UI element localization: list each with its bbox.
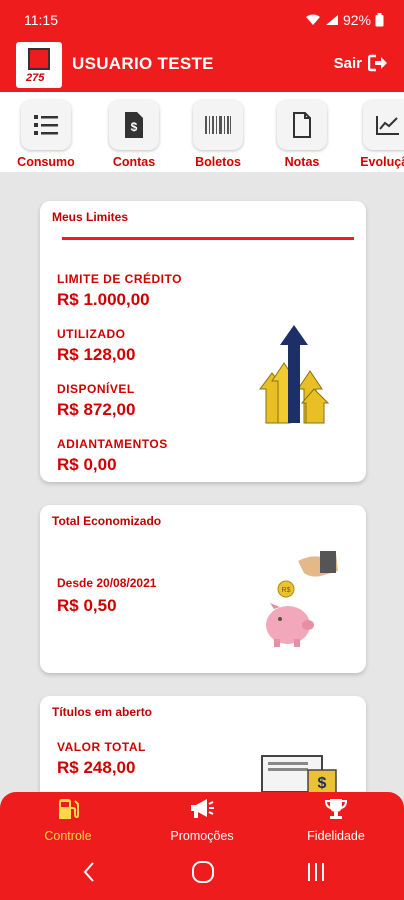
limits-card-divider [62,237,354,240]
battery-icon [375,13,384,27]
coin-label: R$ [282,587,291,594]
menu-tile-evolucao [363,100,404,150]
svg-text:$: $ [131,120,138,134]
wifi-icon [305,14,320,25]
menu-tile-notas [277,100,327,150]
savings-card-title: Total Economizado [52,514,162,528]
menu-label-notas: Notas [284,155,320,169]
bottom-navigation: Controle Promoções Fidelidade [0,792,404,848]
open-titles-card-title: Títulos em aberto [52,705,153,719]
username-title: USUARIO TESTE [72,54,214,73]
barcode-icon [205,116,231,134]
logout-icon [368,54,387,72]
nav-fidelidade-label: Fidelidade [307,829,365,843]
advances-label: ADIANTAMENTOS [57,437,168,451]
savings-value: R$ 0,50 [57,596,117,615]
menu-label-boletos: Boletos [195,155,241,169]
savings-since-label: Desde 20/08/2021 [57,576,157,590]
credit-limit-label: LIMITE DE CRÉDITO [57,272,182,286]
savings-card[interactable]: Total Economizado Desde 20/08/2021 R$ 0,… [40,505,366,673]
menu-tile-boletos [193,100,243,150]
nav-promocoes-label: Promoções [170,829,234,843]
menu-tile-consumo [21,100,71,150]
limits-card-title: Meus Limites [52,210,129,224]
recent-apps-icon[interactable] [306,860,326,884]
piggy-bank-icon: R$ [266,551,338,647]
home-icon[interactable] [191,860,215,884]
bills-icon: $ [261,755,337,794]
status-time: 11:15 [24,12,58,28]
menu-label-consumo: Consumo [17,155,75,169]
back-icon[interactable] [82,860,96,884]
company-logo: 275 [16,42,62,88]
app-header: 275 USUARIO TESTE Sair [0,40,404,92]
battery-percent: 92% [342,12,371,28]
menu-item-evolucao[interactable]: Evolução [350,100,404,169]
open-total-label: VALOR TOTAL [57,740,146,754]
credit-limit-value: R$ 1.000,00 [57,290,150,309]
open-total-value: R$ 248,00 [57,758,136,777]
svg-text:$: $ [318,775,327,792]
used-value: R$ 128,00 [57,345,136,364]
invoice-icon: $ [125,112,143,138]
system-navigation-bar [0,848,404,900]
signal-icon [325,15,338,25]
chart-line-icon [376,116,399,135]
advances-value: R$ 0,00 [57,455,117,474]
menu-item-consumo[interactable]: Consumo [8,100,84,169]
trophy-icon [324,799,348,819]
nav-fidelidade[interactable]: Fidelidade [276,798,396,843]
nav-promocoes[interactable]: Promoções [142,798,262,843]
fuel-pump-icon [59,799,79,819]
logout-label: Sair [333,54,362,72]
available-value: R$ 872,00 [57,400,136,419]
list-icon [34,115,58,135]
menu-item-boletos[interactable]: Boletos [180,100,256,169]
nav-controle[interactable]: Controle [8,798,128,843]
menu-label-evolucao: Evolução [360,155,404,169]
status-bar: 11:15 92% [0,0,404,40]
logo-mark [28,48,50,70]
menu-item-contas[interactable]: $ Contas [96,100,172,169]
status-icons: 92% [305,12,384,28]
used-label: UTILIZADO [57,327,126,341]
available-label: DISPONÍVEL [57,382,135,396]
menu-strip: Consumo $ Contas Boletos Notas Evoluç [0,92,404,172]
menu-tile-contas: $ [109,100,159,150]
growth-arrows-icon [259,325,330,424]
document-icon [293,112,311,138]
menu-label-contas: Contas [112,155,156,169]
megaphone-icon [191,799,214,818]
nav-controle-label: Controle [44,829,92,843]
logout-button[interactable]: Sair [334,54,388,72]
limits-card[interactable]: Meus Limites LIMITE DE CRÉDITO R$ 1.000,… [40,201,366,482]
menu-item-notas[interactable]: Notas [264,100,340,169]
logo-number: 275 [26,72,45,84]
